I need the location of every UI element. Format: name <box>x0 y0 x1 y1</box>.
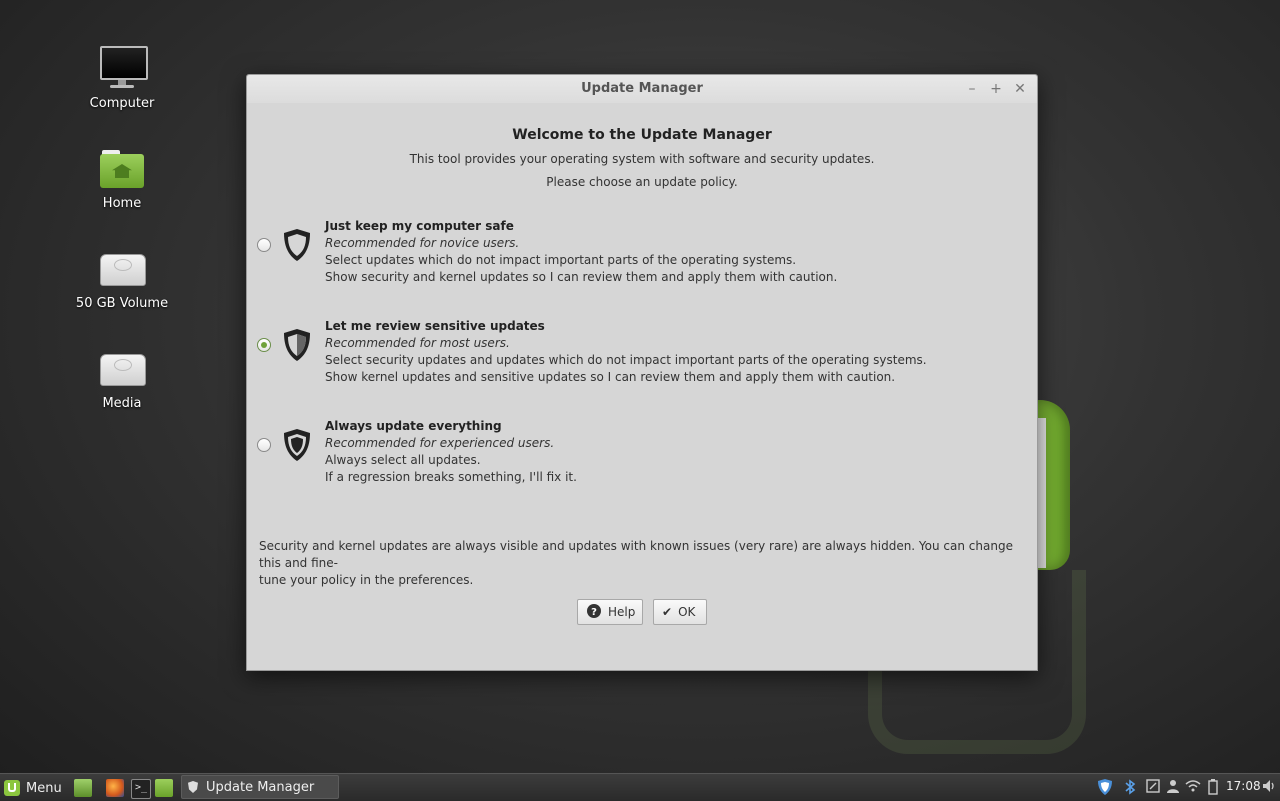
battery-icon[interactable] <box>1205 779 1221 795</box>
svg-text:?: ? <box>591 607 597 618</box>
policy-title: Just keep my computer safe <box>325 219 514 233</box>
firefox-icon[interactable] <box>106 779 124 797</box>
window-titlebar[interactable]: Update Manager – + ✕ <box>247 75 1037 103</box>
window-content: Welcome to the Update Manager This tool … <box>247 103 1037 670</box>
desktop-icon-label: Media <box>102 396 142 411</box>
minimize-button[interactable]: – <box>962 79 982 99</box>
policy-description: Show security and kernel updates so I ca… <box>325 270 838 284</box>
ok-button-label: OK <box>678 605 696 619</box>
home-folder-icon <box>98 144 146 192</box>
policy-note: Security and kernel updates are always v… <box>259 538 1027 589</box>
shield-icon <box>284 229 310 261</box>
shield-icon <box>284 429 310 461</box>
user-icon[interactable] <box>1165 779 1181 795</box>
policy-option-review[interactable]: Let me review sensitive updates Recommen… <box>257 318 1017 390</box>
policy-recommendation: Recommended for experienced users. <box>325 436 555 450</box>
keyboard-layout-icon[interactable] <box>1145 779 1161 795</box>
taskbar-item-update-manager[interactable]: Update Manager <box>181 775 339 799</box>
policy-recommendation: Recommended for most users. <box>325 336 510 350</box>
desktop-icon-label: Computer <box>89 96 155 111</box>
policy-radio-safe[interactable] <box>257 238 271 252</box>
help-icon: ? <box>586 603 602 622</box>
policy-title: Let me review sensitive updates <box>325 319 545 333</box>
intro-text: This tool provides your operating system… <box>409 152 875 166</box>
taskbar: Menu >_ Update Manager 17:08 <box>0 773 1280 801</box>
policy-option-safe[interactable]: Just keep my computer safe Recommended f… <box>257 218 1017 290</box>
menu-label: Menu <box>26 780 62 796</box>
policy-description: If a regression breaks something, I'll f… <box>325 470 577 484</box>
window-title: Update Manager <box>581 81 703 96</box>
update-manager-window: Update Manager – + ✕ Welcome to the Upda… <box>246 74 1038 671</box>
taskbar-item-label: Update Manager <box>206 779 315 795</box>
policy-radio-review[interactable] <box>257 338 271 352</box>
policy-text-everything: Always update everything Recommended for… <box>325 418 577 486</box>
policy-radio-everything[interactable] <box>257 438 271 452</box>
desktop-icon-volume[interactable]: 50 GB Volume <box>72 244 172 311</box>
desktop-icon-label: Home <box>102 196 142 211</box>
update-shield-icon[interactable] <box>1097 779 1113 795</box>
close-button[interactable]: ✕ <box>1010 79 1030 99</box>
desktop-icon-media[interactable]: Media <box>72 344 172 411</box>
maximize-button[interactable]: + <box>986 79 1006 99</box>
drive-icon <box>98 344 146 392</box>
checkmark-icon: ✔ <box>662 605 673 619</box>
policy-text-safe: Just keep my computer safe Recommended f… <box>325 218 837 286</box>
bluetooth-icon[interactable] <box>1122 779 1138 795</box>
policy-title: Always update everything <box>325 419 502 433</box>
computer-icon <box>98 44 148 92</box>
mint-logo-icon <box>4 780 20 796</box>
show-desktop-icon[interactable] <box>74 779 92 797</box>
clock[interactable]: 17:08 <box>1226 779 1261 793</box>
policy-description: Select security updates and updates whic… <box>325 353 927 367</box>
terminal-icon[interactable]: >_ <box>131 779 151 799</box>
wifi-icon[interactable] <box>1185 779 1201 795</box>
policy-note-line: tune your policy in the preferences. <box>259 573 474 587</box>
ok-button[interactable]: ✔ OK <box>653 599 707 625</box>
files-icon[interactable] <box>155 779 173 797</box>
shield-icon <box>188 781 198 793</box>
help-button[interactable]: ? Help <box>577 599 643 625</box>
policy-description: Always select all updates. <box>325 453 481 467</box>
volume-icon[interactable] <box>1261 779 1277 795</box>
menu-button[interactable]: Menu <box>4 778 62 798</box>
policy-recommendation: Recommended for novice users. <box>325 236 520 250</box>
policy-description: Select updates which do not impact impor… <box>325 253 797 267</box>
policy-description: Show kernel updates and sensitive update… <box>325 370 896 384</box>
desktop-icon-home[interactable]: Home <box>72 144 172 211</box>
drive-icon <box>98 244 146 292</box>
help-button-label: Help <box>608 605 636 619</box>
desktop-icon-label: 50 GB Volume <box>75 296 169 311</box>
policy-option-everything[interactable]: Always update everything Recommended for… <box>257 418 1017 490</box>
policy-note-line: Security and kernel updates are always v… <box>259 539 1013 570</box>
prompt-text: Please choose an update policy. <box>546 175 738 189</box>
shield-icon <box>284 329 310 361</box>
desktop-icon-computer[interactable]: Computer <box>72 44 172 111</box>
welcome-heading: Welcome to the Update Manager <box>512 127 772 143</box>
policy-text-review: Let me review sensitive updates Recommen… <box>325 318 927 386</box>
